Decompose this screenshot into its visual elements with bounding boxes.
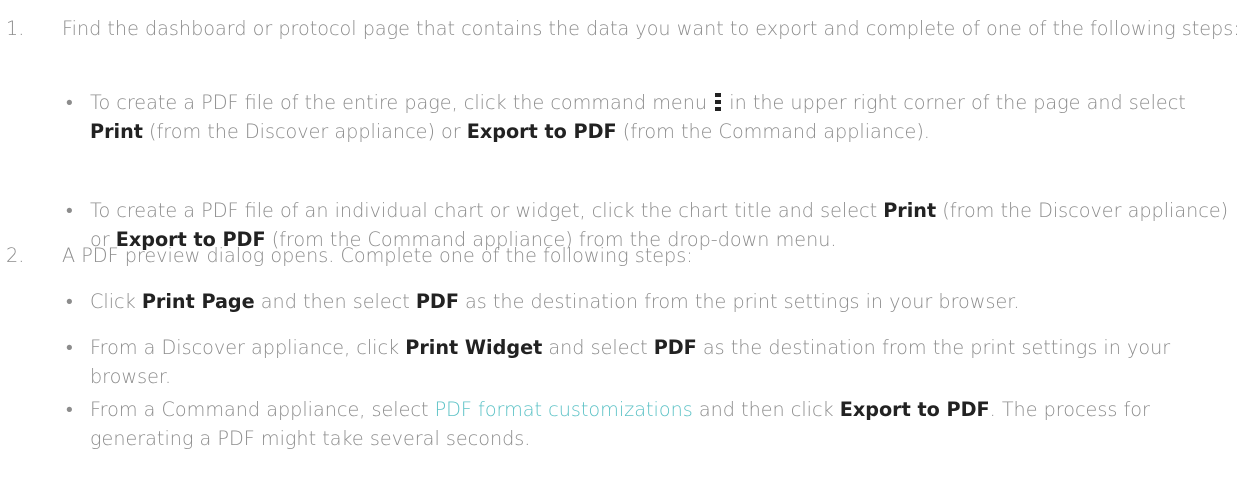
bullet-icon: • xyxy=(66,199,73,222)
export-to-pdf-label: Export to PDF xyxy=(839,398,990,421)
step-text: Find the dashboard or protocol page that… xyxy=(62,17,1240,40)
print-label: Print xyxy=(883,199,937,222)
bullet-icon: • xyxy=(66,336,73,359)
pdf-label: PDF xyxy=(415,290,459,313)
pdf-format-customizations-link[interactable]: PDF format customizations xyxy=(435,398,693,421)
bullet-icon: • xyxy=(66,398,73,421)
step-text: A PDF preview dialog opens. Complete one… xyxy=(62,244,693,267)
pdf-label: PDF xyxy=(653,336,697,359)
print-page-label: Print Page xyxy=(141,290,255,313)
step-number: 2. xyxy=(6,244,25,267)
command-menu-icon xyxy=(715,93,722,111)
export-to-pdf-label: Export to PDF xyxy=(466,120,617,143)
bullet-icon: • xyxy=(66,290,73,313)
step-number: 1. xyxy=(6,17,25,40)
print-label: Print xyxy=(90,120,143,143)
print-widget-label: Print Widget xyxy=(405,336,543,359)
bullet-icon: • xyxy=(66,91,73,114)
